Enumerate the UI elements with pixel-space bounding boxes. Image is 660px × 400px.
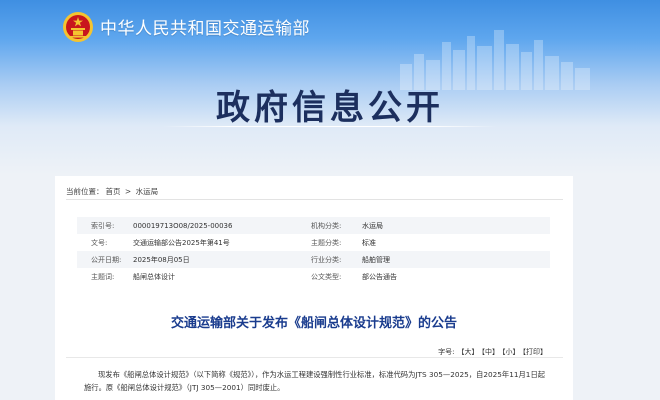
- date-value: 2025年08月05日: [133, 251, 297, 268]
- index-label: 索引号:: [77, 217, 133, 234]
- docno-label: 文号:: [77, 234, 133, 251]
- font-size-controls: 字号: 【大】 【中】 【小】 【打印】: [438, 347, 547, 357]
- breadcrumb: 当前位置： 首页 > 水运局: [66, 186, 160, 197]
- index-value: 000019713O08/2025-00036: [133, 217, 297, 234]
- font-medium-button[interactable]: 【中】: [482, 348, 500, 356]
- document-title: 交通运输部关于发布《船闸总体设计规范》的公告: [170, 316, 457, 331]
- section-title: 政府信息公开: [216, 88, 444, 128]
- topic-label: 主题分类:: [297, 234, 362, 251]
- industry-label: 行业分类:: [297, 251, 362, 268]
- type-label: 公文类型:: [297, 268, 362, 285]
- font-large-button[interactable]: 【大】: [458, 348, 479, 356]
- table-row: 公开日期: 2025年08月05日 行业分类: 船舶管理: [77, 251, 550, 268]
- breadcrumb-current-link[interactable]: 水运局: [136, 187, 159, 196]
- document-body: 现发布《船闸总体设计规范》（以下简称《规范》），作为水运工程建设强制性行业标准，…: [84, 368, 549, 394]
- font-small-button[interactable]: 【小】: [502, 348, 520, 356]
- header-banner: 中华人民共和国交通运输部 政府信息公开: [0, 0, 660, 175]
- breadcrumb-separator: >: [124, 187, 132, 196]
- topic-value: 标准: [362, 234, 550, 251]
- ministry-name[interactable]: 中华人民共和国交通运输部: [100, 14, 310, 39]
- document-metadata-table: 索引号: 000019713O08/2025-00036 机构分类: 水运局 文…: [77, 217, 550, 285]
- content-panel: [55, 176, 573, 400]
- font-size-label: 字号:: [438, 348, 455, 356]
- body-paragraph-line: 现发布《船闸总体设计规范》（以下简称《规范》），作为水运工程建设强制性行业标准，…: [98, 370, 546, 379]
- table-row: 文号: 交通运输部公告2025年第41号 主题分类: 标准: [77, 234, 550, 251]
- body-paragraph-line: 施行。原《船闸总体设计规范》（JTJ 305—2001）同时废止。: [84, 383, 285, 392]
- breadcrumb-label: 当前位置：: [66, 187, 104, 196]
- toolbar-divider: [66, 357, 563, 358]
- breadcrumb-home-link[interactable]: 首页: [106, 187, 121, 196]
- industry-value: 船舶管理: [362, 251, 550, 268]
- date-label: 公开日期:: [77, 251, 133, 268]
- table-row: 主题词: 船闸总体设计 公文类型: 部公告通告: [77, 268, 550, 285]
- org-value: 水运局: [362, 217, 550, 234]
- type-value: 部公告通告: [362, 268, 550, 285]
- docno-value: 交通运输部公告2025年第41号: [133, 234, 297, 251]
- title-divider: [163, 126, 497, 127]
- subject-label: 主题词:: [77, 268, 133, 285]
- subject-value: 船闸总体设计: [133, 268, 297, 285]
- table-row: 索引号: 000019713O08/2025-00036 机构分类: 水运局: [77, 217, 550, 234]
- print-button[interactable]: 【打印】: [523, 348, 548, 356]
- breadcrumb-divider: [66, 199, 563, 200]
- national-emblem-icon[interactable]: [62, 11, 94, 43]
- org-label: 机构分类:: [297, 217, 362, 234]
